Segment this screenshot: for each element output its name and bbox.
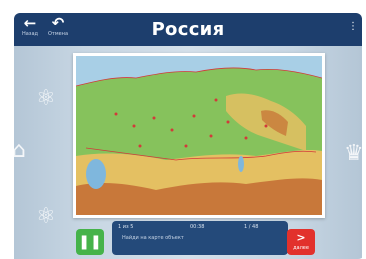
progress-text: 1 из 5 [118, 224, 134, 230]
hint-text: Найди на карте объект [122, 235, 184, 241]
next-button[interactable]: > далее [287, 229, 315, 255]
monument-icon: ♛ [344, 141, 364, 166]
info-row: 1 из 5 00:38 1 / 48 [118, 224, 282, 232]
page-title: Россия [151, 19, 225, 40]
info-panel: 1 из 5 00:38 1 / 48 Найди на карте объек… [112, 221, 288, 255]
settings-icon[interactable]: ⋮ [348, 21, 358, 33]
tower-icon: ⚛ [36, 86, 56, 111]
chevron-right-icon: > [296, 231, 306, 244]
top-bar: ← Назад ↶ Отмена Россия ⋮ [14, 13, 362, 46]
building-icon: ⌂ [12, 138, 26, 163]
screen: ← Назад ↶ Отмена Россия ⋮ ⚛ ⌂ ⚛ ♛ ❚❚ 1 и… [0, 0, 366, 259]
score-text: 1 / 48 [244, 224, 259, 230]
timer-text: 00:38 [190, 224, 205, 230]
russia-map[interactable] [76, 56, 322, 215]
map-frame[interactable] [73, 53, 325, 218]
next-label: далее [293, 245, 309, 251]
play-icon: ❚❚ [78, 234, 102, 250]
play-button[interactable]: ❚❚ [76, 229, 104, 255]
tower-icon-lower: ⚛ [36, 204, 56, 229]
